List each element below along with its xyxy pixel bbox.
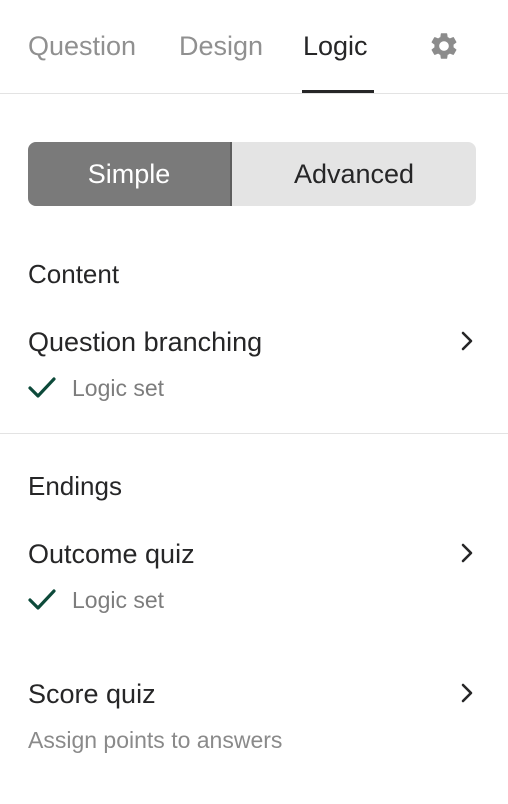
score-quiz-description: Assign points to answers: [28, 727, 283, 753]
advanced-mode-button[interactable]: Advanced: [232, 142, 476, 206]
outcome-quiz-row[interactable]: Outcome quiz: [0, 534, 508, 574]
section-divider: [0, 433, 508, 434]
status-text: Logic set: [72, 375, 165, 401]
status-text: Logic set: [72, 587, 165, 613]
content-section-title: Content: [28, 259, 120, 289]
tab-bar: Question Design Logic: [0, 0, 508, 94]
chevron-right-icon: [461, 683, 473, 703]
checkmark-icon: [28, 377, 56, 398]
tab-logic[interactable]: Logic: [303, 30, 368, 62]
chevron-right-icon: [461, 543, 473, 563]
score-quiz-row[interactable]: Score quiz: [0, 674, 508, 714]
mode-toggle: Simple Advanced: [28, 142, 476, 206]
chevron-right-icon: [461, 331, 473, 351]
question-branching-label: Question branching: [28, 327, 263, 357]
endings-section-title: Endings: [28, 471, 122, 501]
simple-mode-button[interactable]: Simple: [28, 142, 230, 206]
tab-question[interactable]: Question: [28, 30, 136, 62]
score-quiz-label: Score quiz: [28, 679, 156, 709]
checkmark-icon: [28, 589, 56, 610]
tab-design[interactable]: Design: [179, 30, 263, 62]
gear-icon[interactable]: [428, 30, 460, 62]
active-tab-indicator: [302, 90, 374, 93]
outcome-quiz-label: Outcome quiz: [28, 539, 195, 569]
question-branching-row[interactable]: Question branching: [0, 322, 508, 362]
